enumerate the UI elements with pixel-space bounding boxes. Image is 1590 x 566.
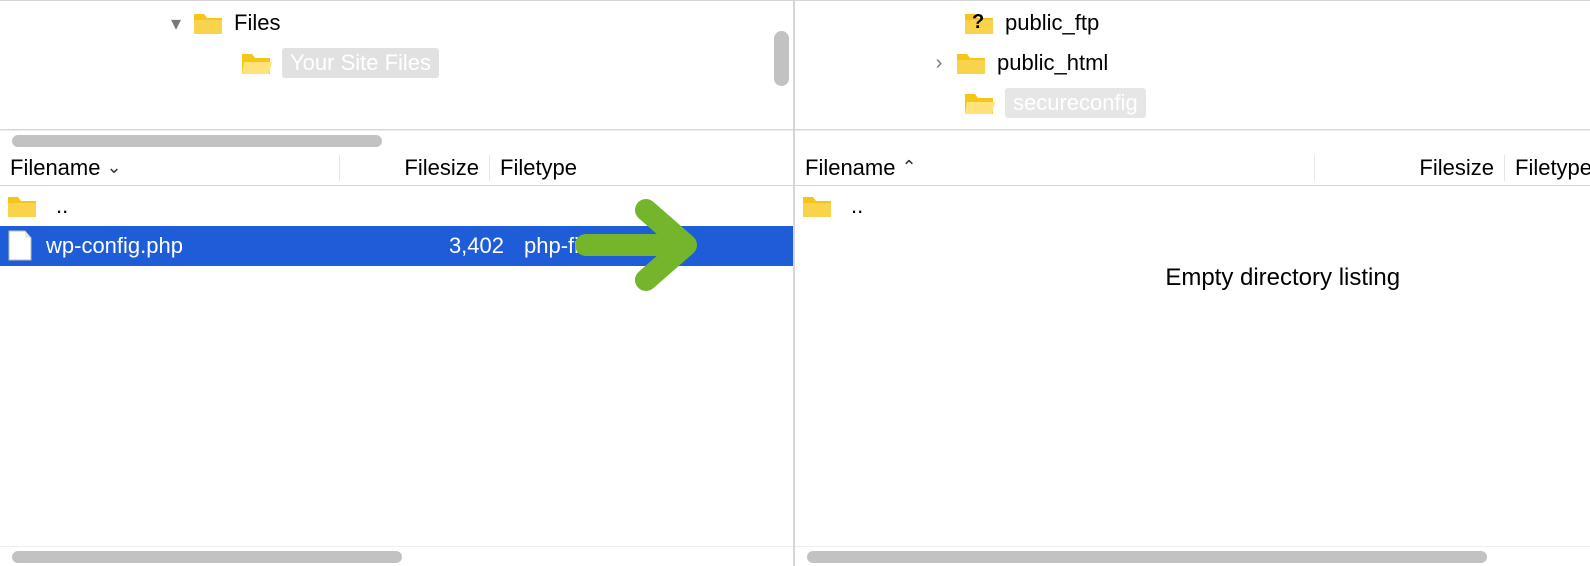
chevron-right-icon[interactable]: › (923, 52, 955, 75)
horizontal-scrollbar-thumb[interactable] (12, 551, 402, 563)
folder-open-icon (963, 90, 995, 116)
horizontal-scrollbar-track[interactable] (0, 546, 793, 566)
tree-item-public-html[interactable]: › public_html (795, 43, 1590, 83)
remote-pane: ? public_ftp › public_html secureconfig (795, 0, 1590, 566)
tree-item-secureconfig[interactable]: secureconfig (795, 83, 1590, 123)
folder-icon (801, 193, 833, 219)
local-tree[interactable]: ▾ Files Your Site Files (0, 0, 793, 130)
horizontal-scrollbar-thumb[interactable] (12, 135, 382, 147)
tree-label: public_html (997, 50, 1108, 76)
tree-item-files[interactable]: ▾ Files (0, 3, 793, 43)
column-filetype[interactable]: Filetype (490, 155, 793, 181)
column-filename[interactable]: Filename ⌃ (795, 155, 1315, 181)
tree-label: Your Site Files (282, 48, 439, 78)
file-name: wp-config.php (46, 233, 364, 259)
tree-label: secureconfig (1005, 88, 1146, 118)
file-icon (6, 230, 34, 262)
folder-question-icon: ? (963, 10, 995, 36)
tree-item-your-site-files[interactable]: Your Site Files (0, 43, 793, 83)
file-size: 3,402 (364, 233, 514, 259)
sort-asc-icon: ⌃ (901, 157, 916, 178)
folder-icon (6, 193, 38, 219)
horizontal-scrollbar-track[interactable] (0, 130, 793, 150)
vertical-scrollbar[interactable] (774, 31, 789, 86)
empty-directory-message: Empty directory listing (795, 264, 1590, 292)
remote-tree[interactable]: ? public_ftp › public_html secureconfig (795, 0, 1590, 130)
folder-open-icon (240, 50, 272, 76)
horizontal-scrollbar-thumb[interactable] (807, 551, 1487, 563)
column-filename[interactable]: Filename ⌄ (0, 155, 340, 181)
parent-dots: .. (851, 193, 863, 219)
column-filesize[interactable]: Filesize (340, 155, 490, 181)
local-columns: Filename ⌄ Filesize Filetype (0, 150, 793, 186)
folder-icon (955, 50, 987, 76)
tree-item-public-ftp[interactable]: ? public_ftp (795, 3, 1590, 43)
remote-file-list[interactable]: .. Empty directory listing (795, 186, 1590, 546)
chevron-down-icon[interactable]: ▾ (160, 11, 192, 36)
remote-columns: Filename ⌃ Filesize Filetype Last modi (795, 150, 1590, 186)
horizontal-scrollbar-track[interactable] (795, 546, 1590, 566)
column-filesize[interactable]: Filesize (1315, 155, 1505, 181)
parent-dots: .. (56, 193, 68, 219)
tree-label: Files (234, 10, 280, 36)
tree-label: public_ftp (1005, 10, 1099, 36)
column-filetype[interactable]: Filetype (1505, 155, 1590, 181)
transfer-arrow-icon (576, 190, 726, 306)
sort-desc-icon: ⌄ (106, 157, 121, 178)
folder-icon (192, 10, 224, 36)
horizontal-scrollbar-track[interactable] (795, 130, 1590, 150)
parent-directory-row[interactable]: .. (795, 186, 1590, 226)
